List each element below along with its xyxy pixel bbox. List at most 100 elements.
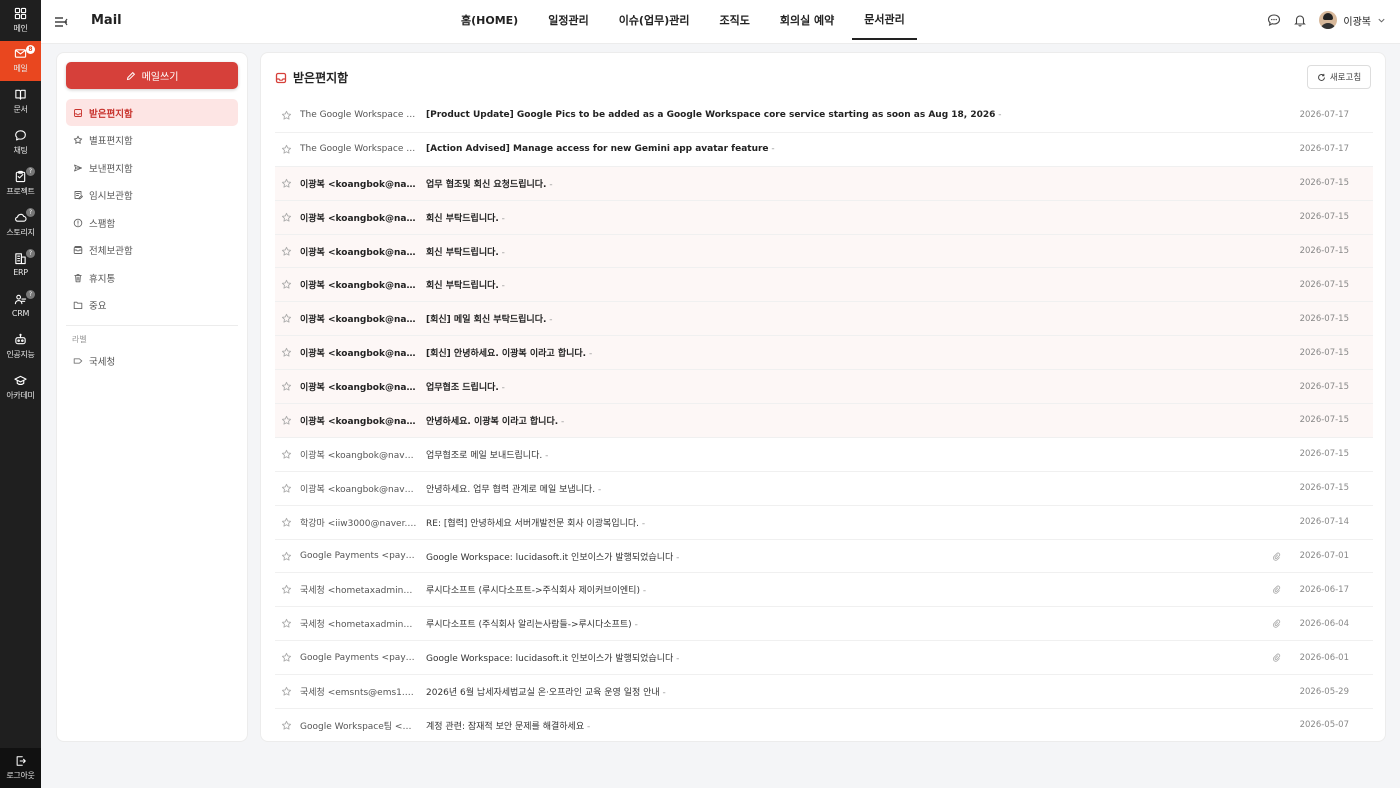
- rail-item-chat[interactable]: 채팅: [0, 122, 41, 162]
- mail-row[interactable]: 이광복 <koangbok@naver.com> 업무협조로 메일 보내드립니다.…: [275, 438, 1373, 472]
- folder-draft[interactable]: 임시보관함: [66, 182, 238, 209]
- mail-date: 2026-07-15: [1299, 415, 1349, 426]
- mail-row[interactable]: 이광복 <koangbok@naver.com> 업무 협조및 회신 요청드립니다…: [275, 166, 1373, 201]
- mail-snippet: -: [631, 620, 638, 631]
- rail-item-clipboard[interactable]: 프로젝트?: [0, 163, 41, 203]
- folder-inbox[interactable]: 받은편지함: [66, 99, 238, 126]
- mail-sender: 이광복 <koangbok@naver.com>: [300, 315, 418, 326]
- rail-item-book[interactable]: 문서: [0, 82, 41, 122]
- mail-row[interactable]: 이광복 <koangbok@naver.com> 회신 부탁드립니다. - 2026…: [275, 234, 1373, 269]
- mail-subject-text: 루시다소프트 (주식회사 알리는사람들->루시다소프트): [426, 620, 632, 631]
- rail-item-label: 메인: [13, 23, 28, 33]
- mail-row[interactable]: 이광복 <koangbok@naver.com> 안녕하세요. 이광복 이라고 합…: [275, 404, 1373, 438]
- label-item[interactable]: 국세청: [66, 348, 238, 375]
- mail-row[interactable]: 이광복 <koangbok@naver.com> 회신 부탁드립니다. - 2026…: [275, 200, 1373, 235]
- compose-button[interactable]: 메일쓰기: [66, 62, 238, 89]
- rail-item-cloud[interactable]: 스토리지?: [0, 204, 41, 244]
- rail-item-graduation[interactable]: 아카데미: [0, 367, 41, 407]
- mail-row[interactable]: 이광복 <koangbok@naver.com> 회신 부탁드립니다. - 2026…: [275, 268, 1373, 303]
- mail-sender: 국세청 <hometaxadmin@hometax.go.kr>: [300, 586, 418, 597]
- folder-folder[interactable]: 중요: [66, 292, 238, 319]
- folder-label: 중요: [89, 301, 107, 312]
- folder-star[interactable]: 별표편지함: [66, 127, 238, 154]
- mail-row[interactable]: 국세청 <emsnts@ems1.nts.go.kr> 2026년 6월 납세자세…: [275, 675, 1373, 710]
- mail-row[interactable]: Google Payments <payments-noreply@google…: [275, 540, 1373, 574]
- mail-subject: 업무협조 드립니다. -: [426, 380, 1186, 393]
- menu-toggle-icon[interactable]: [53, 14, 69, 30]
- rail-item-robot[interactable]: 인공지능: [0, 326, 41, 366]
- nav-tab-3[interactable]: 조직도: [707, 0, 761, 40]
- user-name[interactable]: 이광복: [1343, 13, 1371, 28]
- mail-sender: 이광복 <koangbok@naver.com>: [300, 383, 418, 394]
- star-icon[interactable]: [281, 313, 292, 324]
- mail-row[interactable]: 이광복 <koangbok@naver.com> [회신] 메일 회신 부탁드립니…: [275, 302, 1373, 337]
- mail-date: 2026-07-15: [1299, 178, 1349, 189]
- mail-subject-text: [Product Update] Google Pics to be added…: [426, 110, 996, 121]
- mail-subject-text: RE: [협력] 안녕하세요 서버개발전문 회사 이광복입니다.: [426, 518, 640, 529]
- mail-row[interactable]: 국세청 <hometaxadmin@hometax.go.kr> 루시다소프트 (…: [275, 573, 1373, 608]
- avatar[interactable]: [1319, 11, 1338, 29]
- compose-label: 메일쓰기: [141, 72, 179, 83]
- chat-bubble-icon[interactable]: [1267, 13, 1281, 27]
- nav-tab-5[interactable]: 문서관리: [852, 0, 917, 40]
- logout-icon: [16, 756, 26, 766]
- star-icon[interactable]: [281, 618, 292, 629]
- folder-label: 스팸함: [89, 218, 116, 230]
- star-icon[interactable]: [281, 449, 292, 460]
- star-icon[interactable]: [281, 347, 292, 358]
- mail-row[interactable]: 이광복 <koangbok@naver.com> 업무협조 드립니다. - 2026…: [275, 370, 1373, 405]
- mail-row[interactable]: 국세청 <hometaxadmin@hometax.go.kr> 루시다소프트 (…: [275, 607, 1373, 642]
- rail-item-grid[interactable]: 메인: [0, 0, 41, 40]
- mail-date: 2026-06-04: [1299, 618, 1349, 629]
- mail-subject-text: Google Workspace: lucidasoft.it 인보이스가 발행…: [426, 654, 674, 665]
- refresh-button[interactable]: 새로고침: [1307, 65, 1371, 89]
- folder-send[interactable]: 보낸편지함: [66, 154, 238, 181]
- mail-row[interactable]: 이광복 <koangbok@naver.com> [회신] 안녕하세요. 이광복 …: [275, 336, 1373, 371]
- mail-row[interactable]: The Google Workspace Team [Product Update…: [275, 99, 1373, 133]
- star-icon[interactable]: [281, 110, 292, 121]
- nav-tab-1[interactable]: 일정관리: [536, 0, 600, 40]
- mail-subject: 회신 부탁드립니다. -: [426, 278, 1186, 291]
- nav-tab-2[interactable]: 이슈(업무)관리: [607, 0, 702, 40]
- mail-row[interactable]: 학강마 <iiw3000@naver.com> RE: [협력] 안녕하세요 서버…: [275, 506, 1373, 540]
- folder-trash[interactable]: 휴지통: [66, 264, 238, 291]
- mail-sender: 학강마 <iiw3000@naver.com>: [300, 518, 418, 529]
- pencil-icon: [126, 71, 135, 80]
- mail-subject: [Action Advised] Manage access for new G…: [426, 144, 1186, 154]
- mail-subject: 루시다소프트 (주식회사 알리는사람들->루시다소프트) -: [426, 617, 1186, 630]
- rail-item-mail[interactable]: 메일 8: [0, 40, 41, 81]
- mail-date: 2026-07-15: [1299, 313, 1349, 324]
- star-icon[interactable]: [281, 144, 292, 155]
- folder-archive[interactable]: 전체보관함: [66, 237, 238, 264]
- star-icon[interactable]: [281, 178, 292, 189]
- building-icon: [15, 253, 26, 265]
- nav-tab-0[interactable]: 홈(HOME): [449, 0, 530, 40]
- mail-row[interactable]: 이광복 <koangbok@naver.com> 안녕하세요. 업무 협력 관계로…: [275, 472, 1373, 506]
- logout-button[interactable]: 로그아웃: [0, 748, 41, 788]
- star-icon[interactable]: [281, 381, 292, 392]
- star-icon[interactable]: [281, 483, 292, 494]
- star-icon[interactable]: [281, 551, 292, 562]
- star-icon[interactable]: [281, 686, 292, 697]
- star-icon[interactable]: [281, 584, 292, 595]
- chevron-down-icon[interactable]: [1377, 16, 1386, 25]
- bell-icon[interactable]: [1293, 13, 1307, 27]
- star-icon[interactable]: [281, 517, 292, 528]
- mail-row[interactable]: The Google Workspace Team [Action Advised…: [275, 133, 1373, 167]
- star-icon[interactable]: [281, 720, 292, 731]
- mail-date: 2026-07-15: [1299, 347, 1349, 358]
- mail-subject: 계정 관련: 잠재적 보안 문제를 해결하세요 -: [426, 719, 1186, 732]
- folder-spam[interactable]: 스팸함: [66, 209, 238, 236]
- star-icon[interactable]: [281, 212, 292, 223]
- rail-item-building[interactable]: ERP?: [0, 245, 41, 285]
- star-icon[interactable]: [281, 279, 292, 290]
- nav-tab-4[interactable]: 회의실 예약: [768, 0, 846, 40]
- star-icon[interactable]: [281, 415, 292, 426]
- rail-item-label: ERP: [13, 268, 28, 278]
- mail-row[interactable]: Google Workspace팀 <workspace-noreply@goo…: [275, 709, 1373, 741]
- star-icon[interactable]: [281, 652, 292, 663]
- rail-item-people[interactable]: CRM?: [0, 286, 41, 326]
- star-icon[interactable]: [281, 246, 292, 257]
- mail-sender: 국세청 <emsnts@ems1.nts.go.kr>: [300, 688, 418, 699]
- mail-row[interactable]: Google Payments <payments-noreply@google…: [275, 641, 1373, 676]
